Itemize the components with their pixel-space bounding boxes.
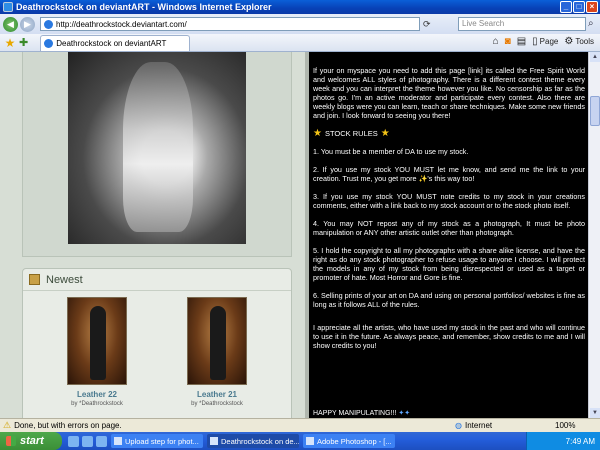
start-button[interactable]: start [0, 432, 62, 450]
search-input[interactable]: Live Search [458, 17, 586, 31]
globe-icon: ◍ [455, 421, 462, 430]
description-panel: If your on myspace you need to add this … [309, 52, 588, 418]
vertical-scrollbar[interactable]: ▲ ▼ [588, 52, 600, 418]
left-column: Newest Leather 22 by *Deathrockstock Lea… [0, 52, 305, 418]
scroll-up-arrow-icon[interactable]: ▲ [590, 52, 600, 62]
tab-deathrockstock[interactable]: Deathrockstock on deviantART [40, 34, 191, 51]
quick-launch-icon[interactable] [82, 435, 93, 447]
tab-row: ★ ✚ Deathrockstock on deviantART ⌂ ◙ ▤ ▯… [0, 34, 600, 52]
feeds-button[interactable]: ◙ [505, 36, 511, 47]
rule-4: 4. You may NOT repost any of my stock as… [313, 219, 585, 237]
sign-off: HAPPY MANIPULATING!!! ✦✦ [313, 409, 410, 417]
thumbnail-figure [210, 306, 226, 380]
minimize-button[interactable]: _ [560, 1, 572, 13]
address-url: http://deathrockstock.deviantart.com/ [56, 19, 187, 29]
rule-3: 3. If you use my stock YOU MUST note cre… [313, 192, 585, 210]
photo-figure [123, 62, 193, 232]
description-text: If your on myspace you need to add this … [313, 66, 585, 359]
thumbnail-figure [90, 306, 106, 380]
rss-icon: ◙ [504, 36, 511, 47]
back-button[interactable]: ◀ [3, 16, 18, 32]
printer-icon: ▤ [516, 36, 527, 47]
search-icon[interactable]: ⌕ [588, 18, 594, 29]
task-label: Upload step for phot... [125, 436, 199, 446]
page-content: Newest Leather 22 by *Deathrockstock Lea… [0, 52, 588, 418]
rules-heading: ★ STOCK RULES ★ [313, 128, 585, 139]
newest-title: Newest [46, 273, 83, 286]
add-favorites-icon[interactable]: ✚ [19, 36, 28, 49]
thumbnail-leather-22[interactable] [67, 297, 127, 385]
ie-app-icon [3, 2, 13, 12]
address-bar[interactable]: http://deathrockstock.deviantart.com/ [40, 17, 420, 31]
windows-flag-icon [6, 436, 16, 446]
intro-paragraph: If your on myspace you need to add this … [313, 66, 585, 120]
featured-photo[interactable] [68, 52, 246, 244]
thumbnail-author[interactable]: by *Deathrockstock [57, 401, 137, 407]
tools-menu-label: Tools [575, 37, 594, 46]
warning-icon[interactable]: ⚠ [3, 420, 11, 431]
thumbnail-leather-21[interactable] [187, 297, 247, 385]
rule-2: 2. If you use my stock YOU MUST let me k… [313, 165, 585, 183]
rules-heading-text: STOCK RULES [324, 129, 378, 138]
star-icon: ★ [313, 128, 322, 139]
page-menu-label: Page [539, 37, 559, 46]
address-row: ◀ ▶ http://deathrockstock.deviantart.com… [0, 14, 600, 34]
zoom-level[interactable]: 100% [555, 421, 575, 430]
taskbar-item-photoshop[interactable]: Adobe Photoshop - [... [303, 434, 395, 448]
sign-off-text: HAPPY MANIPULATING!!! [313, 410, 397, 417]
thumbnail-author[interactable]: by *Deathrockstock [177, 401, 257, 407]
scroll-down-arrow-icon[interactable]: ▼ [590, 408, 600, 418]
rule-1: 1. You must be a member of DA to use my … [313, 147, 469, 156]
tools-menu[interactable]: ⚙ Tools [564, 36, 594, 47]
task-label: Adobe Photoshop - [... [317, 436, 392, 446]
close-button[interactable]: × [586, 1, 598, 13]
start-label: start [20, 435, 44, 447]
refresh-icon[interactable]: ⟳ [423, 19, 431, 30]
window-icon [114, 437, 122, 445]
page-menu[interactable]: ▯ Page [532, 36, 558, 47]
taskbar: start Upload step for phot... Deathrocks… [0, 432, 600, 450]
quick-launch-icon[interactable] [96, 435, 107, 447]
newest-panel: Newest Leather 22 by *Deathrockstock Lea… [22, 268, 292, 418]
home-button[interactable]: ⌂ [493, 36, 499, 47]
featured-photo-panel [22, 52, 292, 257]
taskbar-item-deathrockstock[interactable]: Deathrockstock on de... [207, 434, 299, 448]
task-label: Deathrockstock on de... [221, 436, 299, 446]
maximize-button[interactable]: □ [573, 1, 585, 13]
star-icon: ★ [380, 128, 390, 139]
thumbnail-title-link[interactable]: Leather 22 [57, 390, 137, 399]
gear-icon: ⚙ [564, 36, 574, 47]
quick-launch-icon[interactable] [68, 435, 79, 447]
window-title-bar: Deathrockstock on deviantART - Windows I… [0, 0, 600, 14]
tab-favicon-icon [44, 38, 54, 48]
status-message: Done, but with errors on page. [14, 421, 122, 430]
home-icon: ⌂ [492, 36, 499, 47]
closing-paragraph: I appreciate all the artists, who have u… [313, 323, 585, 350]
clock[interactable]: 7:49 AM [566, 437, 595, 446]
rule-6: 6. Selling prints of your art on DA and … [313, 291, 585, 309]
newest-header: Newest [23, 269, 291, 291]
command-bar: ⌂ ◙ ▤ ▯ Page ⚙ Tools [493, 36, 594, 47]
photoshop-icon [306, 437, 314, 445]
window-title: Deathrockstock on deviantART - Windows I… [16, 2, 272, 12]
page-favicon-icon [44, 19, 53, 29]
thumbnail-title-link[interactable]: Leather 21 [177, 390, 257, 399]
quick-launch [68, 435, 107, 447]
status-bar: ⚠ Done, but with errors on page. ◍ Inter… [0, 418, 600, 432]
scrollbar-thumb[interactable] [590, 96, 600, 126]
print-button[interactable]: ▤ [517, 36, 526, 47]
favorites-star-icon[interactable]: ★ [3, 36, 17, 50]
tab-label: Deathrockstock on deviantART [56, 38, 167, 48]
taskbar-item-upload[interactable]: Upload step for phot... [111, 434, 203, 448]
forward-button[interactable]: ▶ [20, 16, 35, 32]
rule-5: 5. I hold the copyright to all my photog… [313, 246, 585, 282]
system-tray: 7:49 AM [526, 432, 600, 450]
page-icon: ▯ [532, 36, 538, 47]
window-icon [210, 437, 218, 445]
newest-icon [29, 274, 40, 285]
security-zone: ◍ Internet [455, 421, 492, 430]
sparkle-icon: ✦✦ [398, 410, 411, 417]
window-controls: _ □ × [560, 1, 598, 13]
zone-label: Internet [464, 421, 493, 430]
